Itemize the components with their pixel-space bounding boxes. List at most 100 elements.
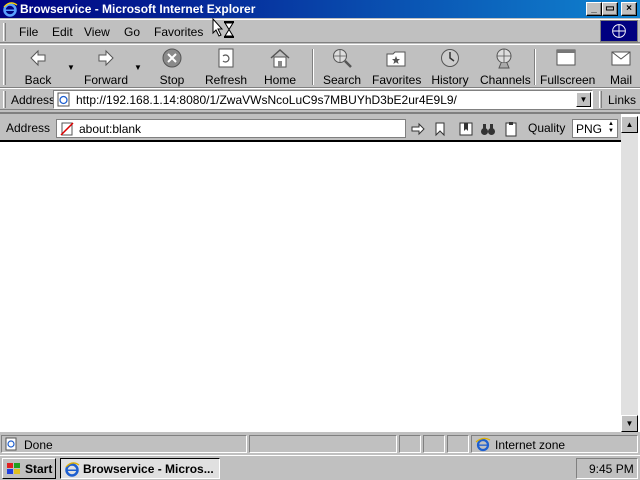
quality-spinner-icon[interactable]: ▲ ▼ bbox=[606, 121, 616, 136]
toolbar-separator bbox=[534, 49, 536, 85]
forward-button[interactable]: Forward bbox=[82, 47, 130, 87]
bookmark-icon[interactable] bbox=[432, 121, 448, 137]
back-button[interactable]: Back bbox=[18, 47, 58, 87]
quality-select[interactable]: PNG ▲ ▼ bbox=[572, 119, 618, 138]
menu-bar: File Edit View Go Favorites bbox=[0, 19, 640, 43]
busy-cursor-icon bbox=[212, 18, 234, 38]
go-arrow-icon[interactable] bbox=[410, 121, 426, 137]
links-grip[interactable] bbox=[599, 91, 602, 108]
mail-button[interactable]: Mail bbox=[606, 47, 636, 87]
favorites-folder-icon bbox=[386, 51, 406, 67]
address-grip[interactable] bbox=[3, 91, 6, 108]
address-label: Address bbox=[11, 93, 56, 107]
channels-icon bbox=[496, 48, 512, 69]
toolbar-separator bbox=[312, 49, 314, 85]
menu-favorites[interactable]: Favorites bbox=[154, 25, 203, 39]
mail-label: Mail bbox=[609, 73, 632, 87]
address-dropdown-button[interactable]: ▼ bbox=[576, 92, 591, 107]
status-pane-zone: Internet zone bbox=[471, 435, 638, 453]
status-pane-c bbox=[447, 435, 469, 453]
browser-window: Browservice - Microsoft Internet Explore… bbox=[0, 0, 640, 456]
address-url: http://192.168.1.14:8080/1/ZwaVWsNcoLuC9… bbox=[76, 93, 457, 107]
scroll-down-button[interactable]: ▼ bbox=[621, 415, 638, 432]
windows-logo-icon bbox=[7, 463, 20, 474]
status-pane-main: Done bbox=[1, 435, 247, 453]
clipboard-icon[interactable] bbox=[503, 121, 519, 137]
bookmarks-list-icon[interactable] bbox=[458, 121, 474, 137]
back-dropdown-icon[interactable]: ▼ bbox=[67, 63, 75, 72]
standard-toolbar: Back ▼ Forward ▼ Stop Refresh Home Searc… bbox=[0, 44, 640, 88]
fullscreen-label: Fullscreen bbox=[540, 73, 596, 87]
history-icon bbox=[441, 49, 459, 67]
address-input[interactable]: http://192.168.1.14:8080/1/ZwaVWsNcoLuC9… bbox=[53, 90, 593, 109]
refresh-icon bbox=[218, 48, 234, 68]
inner-address-label: Address bbox=[6, 121, 51, 135]
status-pane-progress bbox=[249, 435, 397, 453]
mail-icon bbox=[611, 51, 631, 66]
favorites-label: Favorites bbox=[372, 73, 422, 87]
window-title: Browservice - Microsoft Internet Explore… bbox=[20, 2, 256, 16]
inner-address-value: about:blank bbox=[79, 122, 142, 136]
history-label: History bbox=[431, 73, 469, 87]
forward-dropdown-icon[interactable]: ▼ bbox=[134, 63, 142, 72]
find-binoculars-icon[interactable] bbox=[480, 121, 496, 137]
stop-label: Stop bbox=[159, 73, 185, 87]
channels-button[interactable]: Channels bbox=[480, 47, 531, 87]
toolbar-grip[interactable] bbox=[3, 49, 6, 85]
start-label: Start bbox=[25, 462, 53, 476]
stop-icon bbox=[162, 48, 182, 68]
address-band: Address http://192.168.1.14:8080/1/ZwaVW… bbox=[0, 88, 640, 110]
links-button[interactable]: Links bbox=[608, 93, 636, 107]
status-bar: Done Internet zone bbox=[0, 434, 640, 454]
home-label: Home bbox=[263, 73, 296, 87]
taskbar-window-label: Browservice - Micros... bbox=[83, 462, 214, 476]
taskbar-window-button[interactable]: Browservice - Micros... bbox=[60, 458, 220, 479]
status-pane-b bbox=[423, 435, 445, 453]
title-bar[interactable]: Browservice - Microsoft Internet Explore… bbox=[0, 0, 640, 18]
ie-logo-icon bbox=[65, 462, 80, 477]
system-tray: 9:45 PM bbox=[576, 458, 638, 479]
fullscreen-button[interactable]: Fullscreen bbox=[540, 47, 596, 87]
forward-label: Forward bbox=[83, 73, 128, 87]
back-label: Back bbox=[24, 73, 52, 87]
channels-label: Channels bbox=[480, 73, 531, 87]
ie-logo-icon bbox=[3, 2, 18, 17]
inner-toolbar: Address about:blank Quality PNG ▲ ▼ bbox=[0, 114, 621, 142]
broken-page-icon bbox=[60, 122, 74, 136]
clock[interactable]: 9:45 PM bbox=[589, 462, 634, 476]
stop-button[interactable]: Stop bbox=[154, 47, 190, 87]
page-icon bbox=[57, 92, 70, 107]
menu-view[interactable]: View bbox=[84, 25, 110, 39]
content-frame: Address about:blank Quality PNG ▲ ▼ ▲ ▼ bbox=[0, 112, 640, 432]
close-button[interactable]: × bbox=[621, 2, 637, 16]
fullscreen-icon bbox=[556, 49, 576, 66]
internet-zone-icon bbox=[475, 437, 491, 452]
status-text: Done bbox=[24, 438, 53, 452]
back-arrow-icon bbox=[30, 49, 46, 67]
quality-value: PNG bbox=[576, 122, 603, 136]
start-button[interactable]: Start bbox=[2, 458, 56, 479]
status-pane-a bbox=[399, 435, 421, 453]
home-button[interactable]: Home bbox=[262, 47, 298, 87]
menu-edit[interactable]: Edit bbox=[52, 25, 73, 39]
quality-label: Quality bbox=[528, 121, 566, 135]
menu-go[interactable]: Go bbox=[124, 25, 140, 39]
scroll-up-button[interactable]: ▲ bbox=[621, 116, 638, 133]
forward-arrow-icon bbox=[98, 49, 114, 67]
menu-file[interactable]: File bbox=[19, 25, 38, 39]
refresh-button[interactable]: Refresh bbox=[204, 47, 248, 87]
home-icon bbox=[270, 48, 290, 68]
menu-bar-grip[interactable] bbox=[3, 23, 6, 41]
refresh-label: Refresh bbox=[204, 73, 248, 87]
minimize-button[interactable]: _ bbox=[586, 2, 602, 16]
ie-throbber-icon bbox=[600, 20, 638, 42]
taskbar: Start Browservice - Micros... 9:45 PM bbox=[0, 455, 640, 480]
vertical-scrollbar[interactable]: ▲ ▼ bbox=[621, 116, 638, 432]
maximize-button[interactable]: ▭ bbox=[602, 2, 618, 16]
history-button[interactable]: History bbox=[430, 47, 470, 87]
search-label: Search bbox=[322, 73, 362, 87]
zone-text: Internet zone bbox=[495, 438, 566, 452]
favorites-button[interactable]: Favorites bbox=[372, 47, 422, 87]
inner-address-input[interactable]: about:blank bbox=[56, 119, 406, 138]
search-button[interactable]: Search bbox=[322, 47, 362, 87]
